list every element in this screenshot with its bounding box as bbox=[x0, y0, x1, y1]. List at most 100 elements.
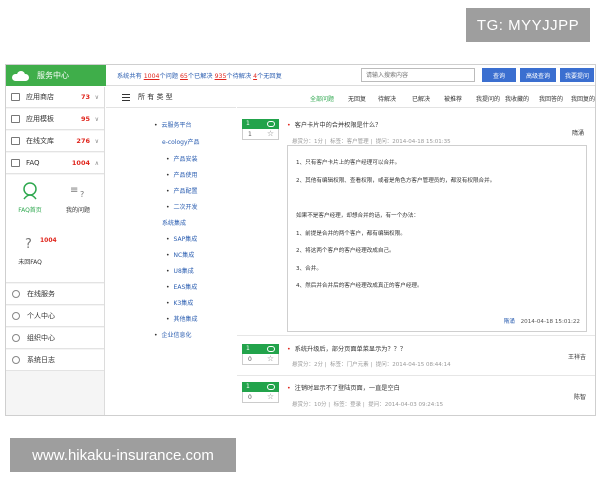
divider bbox=[237, 335, 595, 336]
question-vote-box: 1 0 ☆ bbox=[242, 382, 279, 404]
ask-question-button[interactable]: 我要提问 bbox=[560, 68, 594, 82]
filter-my-favorites[interactable]: 我收藏的 bbox=[505, 94, 529, 103]
brand-title: 服务中心 bbox=[37, 71, 69, 80]
tree-item[interactable]: 系统集成 bbox=[162, 218, 186, 227]
svg-text:≡: ≡ bbox=[70, 185, 78, 196]
my-questions-tile[interactable]: ≡ ? 我的问题 bbox=[58, 181, 98, 214]
tree-item[interactable]: 云服务平台 bbox=[154, 120, 192, 129]
template-icon bbox=[11, 115, 20, 123]
service-icon bbox=[12, 290, 20, 298]
tree-item[interactable]: SAP集成 bbox=[166, 234, 198, 243]
comment-icon bbox=[267, 384, 275, 390]
filter-my-replied[interactable]: 我回复的 bbox=[571, 94, 595, 103]
sidebar: 应用商店 73 ∨ 应用模板 95 ∨ 在线文库 276 ∨ FAQ 1004 … bbox=[6, 87, 105, 415]
answer-time: 2014-04-18 15:01:22 bbox=[520, 319, 580, 325]
svg-text:?: ? bbox=[25, 237, 32, 252]
chevron-down-icon: ∨ bbox=[94, 115, 99, 123]
question-author[interactable]: 陈智 bbox=[574, 392, 586, 401]
tree-item[interactable]: U8集成 bbox=[166, 266, 194, 275]
star-icon[interactable]: ☆ bbox=[267, 354, 274, 363]
unanswered-faq-tile[interactable]: ? 1004 未回FAQ bbox=[10, 233, 57, 266]
filter-solved[interactable]: 已解决 bbox=[412, 94, 430, 103]
cloud-icon bbox=[12, 70, 29, 81]
filter-my-answered[interactable]: 我回答的 bbox=[539, 94, 563, 103]
filter-bar: 全部问题 无回复 待解决 已解决 被推荐 我提问的 我收藏的 我回答的 我回复的 bbox=[237, 87, 595, 108]
tree-item[interactable]: 二次开发 bbox=[166, 202, 198, 211]
unanswered-count: 1004 bbox=[40, 237, 57, 244]
organization-icon bbox=[12, 334, 20, 342]
sidebar-item-faq[interactable]: FAQ 1004 ∧ bbox=[6, 153, 104, 174]
tree-item[interactable]: K3集成 bbox=[166, 298, 194, 307]
tree-item[interactable]: 企业信息化 bbox=[154, 330, 192, 339]
search-button[interactable]: 查询 bbox=[482, 68, 516, 82]
top-bar: 服务中心 系统共有 1004个问题 65个已解决 935个待解决 4个无回复 查… bbox=[6, 65, 595, 86]
sidebar-item-personal-center[interactable]: 个人中心 bbox=[6, 306, 104, 327]
vote-count: 0 bbox=[248, 394, 252, 401]
question-title[interactable]: 客户卡片中的合并权限是什么？ bbox=[287, 120, 382, 129]
category-tree-header[interactable]: 所 有 类 型 bbox=[106, 87, 236, 108]
question-list-icon: ≡ ? bbox=[70, 185, 84, 199]
faq-icon bbox=[11, 159, 20, 167]
count-badge: 1004 bbox=[71, 159, 90, 167]
answer-footer: 隋涌 2014-04-18 15:01:22 bbox=[504, 317, 580, 325]
menu-icon bbox=[122, 93, 130, 101]
question-stats: 系统共有 1004个问题 65个已解决 935个待解决 4个无回复 bbox=[117, 73, 282, 80]
brand[interactable]: 服务中心 bbox=[6, 65, 106, 86]
vote-count: 1 bbox=[248, 131, 252, 138]
answer-box: 1、只有客户卡片上的客户经理可以合并。 2、其他有编辑权限、查看权限，或者是角色… bbox=[287, 145, 587, 332]
star-icon[interactable]: ☆ bbox=[267, 392, 274, 401]
tree-item[interactable]: 产品配置 bbox=[166, 186, 198, 195]
faq-submenu: FAQ首页 ≡ ? 我的问题 ? 1004 未回FAQ bbox=[6, 175, 104, 283]
stat-total[interactable]: 1004 bbox=[144, 73, 160, 80]
stat-solved[interactable]: 65 bbox=[180, 73, 188, 80]
filter-pending[interactable]: 待解决 bbox=[378, 94, 396, 103]
question-title[interactable]: 注销时显示不了登陆页面，一直是空白 bbox=[287, 383, 400, 392]
filter-my-asked[interactable]: 我提问的 bbox=[476, 94, 500, 103]
sidebar-item-library[interactable]: 在线文库 276 ∨ bbox=[6, 131, 104, 152]
answer-count: 1 bbox=[246, 345, 250, 352]
question-title[interactable]: 系统升级后，部分页面单菜显示为？？？ bbox=[287, 344, 406, 353]
answer-count: 1 bbox=[246, 383, 250, 390]
sidebar-item-org-center[interactable]: 组织中心 bbox=[6, 328, 104, 349]
library-icon bbox=[11, 137, 20, 145]
tree-item[interactable]: e-cology产品 bbox=[162, 137, 200, 146]
tree-item[interactable]: 其他集成 bbox=[166, 314, 198, 323]
filter-recommended[interactable]: 被推荐 bbox=[444, 94, 462, 103]
sidebar-item-app-store[interactable]: 应用商店 73 ∨ bbox=[6, 87, 104, 108]
stat-pending[interactable]: 935 bbox=[215, 73, 227, 80]
answer-author[interactable]: 隋涌 bbox=[504, 319, 515, 325]
user-icon bbox=[12, 312, 20, 320]
question-meta: 悬赏分：10分 | 标签：登录 | 提问：2014-04-03 09:24:15 bbox=[292, 402, 444, 408]
faq-home-tile[interactable]: FAQ首页 bbox=[10, 181, 50, 214]
watermark-bottom: www.hikaku-insurance.com bbox=[10, 438, 236, 472]
count-badge: 73 bbox=[80, 93, 90, 101]
question-mark-icon: ? bbox=[25, 237, 32, 252]
sidebar-item-online-service[interactable]: 在线服务 bbox=[6, 284, 104, 305]
question-meta: 悬赏分：1分 | 标签：客户管理 | 提问：2014-04-18 15:01:3… bbox=[292, 139, 451, 145]
log-icon bbox=[12, 356, 20, 364]
divider bbox=[237, 375, 595, 376]
search-input[interactable] bbox=[361, 68, 475, 82]
filter-no-reply[interactable]: 无回复 bbox=[348, 94, 366, 103]
sidebar-item-system-log[interactable]: 系统日志 bbox=[6, 350, 104, 371]
filter-all[interactable]: 全部问题 bbox=[310, 94, 334, 103]
tree-item[interactable]: NC集成 bbox=[166, 250, 195, 259]
answer-count: 1 bbox=[246, 120, 250, 127]
question-meta: 悬赏分：2分 | 标签：门户元素 | 提问：2014-04-15 08:44:1… bbox=[292, 362, 451, 368]
tree-item[interactable]: 产品安装 bbox=[166, 154, 198, 163]
faq-home-icon bbox=[23, 182, 37, 200]
question-author[interactable]: 隋涌 bbox=[572, 128, 584, 137]
comment-icon bbox=[267, 121, 275, 127]
watermark-top: TG: MYYJJPP bbox=[466, 8, 590, 42]
sidebar-item-app-templates[interactable]: 应用模板 95 ∨ bbox=[6, 109, 104, 130]
advanced-search-button[interactable]: 高级查询 bbox=[520, 68, 556, 82]
tree-item[interactable]: 产品使用 bbox=[166, 170, 198, 179]
chevron-down-icon: ∨ bbox=[94, 93, 99, 101]
question-author[interactable]: 王祥吉 bbox=[568, 352, 586, 361]
question-vote-box: 1 0 ☆ bbox=[242, 344, 279, 366]
vote-count: 0 bbox=[248, 356, 252, 363]
service-center-window: 服务中心 系统共有 1004个问题 65个已解决 935个待解决 4个无回复 查… bbox=[5, 64, 596, 416]
star-icon[interactable]: ☆ bbox=[267, 129, 274, 138]
count-badge: 95 bbox=[80, 115, 90, 123]
tree-item[interactable]: EAS集成 bbox=[166, 282, 198, 291]
